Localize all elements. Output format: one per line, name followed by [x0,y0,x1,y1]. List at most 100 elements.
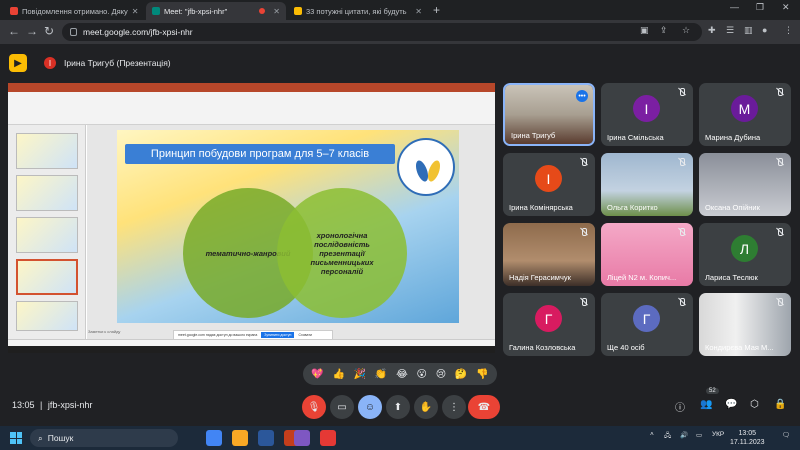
browser-tab-1[interactable]: Повідомлення отримано. Дяку ✕ [4,2,144,20]
participant-tile[interactable]: Кондирєва Мая М... [699,293,791,356]
people-icon[interactable]: 👥 [700,399,712,410]
forward-icon[interactable]: → [26,24,38,38]
presentation-icon[interactable]: ▶ [9,54,27,72]
raise-hand-button[interactable]: ✋ [414,395,438,419]
host-controls-icon[interactable]: 🔒 [774,399,786,410]
tray-chevron-icon[interactable]: ˄ [650,431,654,438]
notifications-icon[interactable]: 🗨 [782,431,790,439]
reactions-button[interactable]: ☺ [358,395,382,419]
camera-icon: ▭ [337,401,347,413]
participant-tile[interactable]: Л Лариса Теслюк [699,223,791,286]
mic-off-icon: 🎙 [307,401,321,413]
participant-name: Лариса Теслюк [705,273,758,282]
mic-muted-icon [776,158,784,166]
browser-tab-2[interactable]: Meet: "jfb-xpsi-nhr" ✕ [146,2,286,20]
side-panel-icon[interactable]: ▥ [744,25,753,36]
url-input[interactable]: meet.google.com/jfb-xpsi-nhr [62,23,702,41]
venn-circle-right: хронологічна послідовність презентації п… [277,188,407,318]
slide-thumbnail [16,217,78,253]
participant-tile[interactable]: М Марина Дубина [699,83,791,146]
participant-tile[interactable]: Г Галина Козловська [503,293,595,356]
participant-name: Ірина Смільська [607,133,664,142]
chat-icon[interactable]: 💬 [725,399,737,410]
reaction-laugh[interactable]: 😂 [396,369,408,380]
keyboard-language[interactable]: УКР [712,431,724,438]
meet-controls-bar: 13:05 | jfb-xpsi-nhr 🎙 ▭ ☺ ⬆ ✋ ⋮ ☎ ⓘ 52 … [0,388,800,426]
participant-name: Марина Дубина [705,133,761,142]
emoji-icon: ☺ [364,401,376,413]
mic-muted-icon [776,228,784,236]
participant-name: Ліцей N2 м. Копич... [607,273,677,282]
mic-off-button[interactable]: 🎙 [302,395,326,419]
activities-icon[interactable]: ⬡ [750,399,759,410]
participant-name: Ще 40 осіб [607,343,645,352]
tab-search-icon[interactable]: ☰ [726,25,734,36]
close-tab-icon[interactable]: ✕ [273,7,280,16]
reaction-clap[interactable]: 👏 [375,369,387,380]
participant-tile[interactable]: І Ірина Комінярська [503,153,595,216]
reaction-heart[interactable]: 💖 [311,369,323,380]
maximize-icon[interactable]: ❐ [756,2,764,13]
bookmark-star-icon[interactable]: ☆ [682,25,690,36]
taskbar-search-input[interactable]: ⌕ Пошук [30,429,178,447]
extensions-icon[interactable]: ✚ [708,25,716,36]
reaction-sad[interactable]: 😢 [436,369,446,380]
minimize-icon[interactable]: — [730,2,739,12]
reaction-party[interactable]: 🎉 [354,369,366,380]
reactions-bar: 💖 👍 🎉 👏 😂 😮 😢 🤔 👎 [303,363,497,385]
meeting-time: 13:05 [12,400,35,410]
participant-tile[interactable]: Г Ще 40 осіб [601,293,693,356]
present-button[interactable]: ⬆ [386,395,410,419]
camera-button[interactable]: ▭ [330,395,354,419]
participants-count-badge: 52 [706,388,719,394]
participant-tile[interactable]: Оксана Опійник [699,153,791,216]
battery-icon[interactable]: ▭ [696,431,702,439]
close-tab-icon[interactable]: ✕ [132,7,139,16]
participant-avatar: Г [633,305,660,332]
institute-logo [397,138,455,196]
windows-taskbar: ⌕ Пошук ˄ 🖧 🔊 ▭ УКР 13:05 17.11.2023 🗨 [0,426,800,450]
info-icon[interactable]: ⓘ [675,399,685,414]
word-app-icon[interactable] [258,430,274,446]
slide-thumbnails-pane [8,125,86,339]
participant-tile[interactable]: ••• Ірина Тригуб [503,83,595,146]
windows-start-icon[interactable] [10,432,22,444]
hide-banner-button: Сховати [298,333,312,337]
participant-tile[interactable]: І Ірина Смільська [601,83,693,146]
network-icon[interactable]: 🖧 [664,431,671,442]
share-icon[interactable]: ⇪ [660,25,668,36]
close-window-icon[interactable]: ✕ [782,2,790,13]
close-tab-icon[interactable]: ✕ [415,7,422,16]
more-options-button[interactable]: ⋮ [442,395,466,419]
reload-icon[interactable]: ↻ [44,24,54,38]
slide-thumbnail [16,301,78,331]
participant-tile[interactable]: Надія Герасимчук [503,223,595,286]
mic-muted-icon [580,158,588,166]
participant-tile[interactable]: Ліцей N2 м. Копич... [601,223,693,286]
reaction-thumbs-up[interactable]: 👍 [333,369,345,380]
profile-avatar-icon[interactable]: ● [762,25,767,35]
taskbar-clock[interactable]: 13:05 17.11.2023 [730,429,765,447]
reaction-thinking[interactable]: 🤔 [455,369,467,380]
participant-name: Надія Герасимчук [509,273,571,282]
leave-call-button[interactable]: ☎ [468,395,500,419]
file-explorer-icon[interactable] [232,430,248,446]
browser-tab-3[interactable]: 33 потужні цитати, які будуть ✕ [288,2,428,20]
chrome-app-icon[interactable] [206,430,222,446]
menu-kebab-icon[interactable]: ⋮ [784,25,793,36]
reaction-thumbs-down[interactable]: 👎 [476,369,488,380]
volume-icon[interactable]: 🔊 [680,431,688,439]
new-tab-icon[interactable]: + [433,3,440,17]
camera-permission-icon[interactable]: ▣ [640,25,649,36]
app-icon[interactable] [320,430,336,446]
slide-title: Принцип побудови програм для 5–7 класів [125,144,395,164]
more-options-icon[interactable]: ••• [576,90,588,102]
back-icon[interactable]: ← [8,24,20,38]
reaction-surprised[interactable]: 😮 [417,369,427,380]
viber-app-icon[interactable] [294,430,310,446]
share-banner-text: meet.google.com надає доступ до вашого е… [178,333,258,337]
lock-icon [70,28,77,36]
participant-tile[interactable]: Ольга Коритко [601,153,693,216]
participant-avatar: І [633,95,660,122]
more-vert-icon: ⋮ [449,401,459,413]
